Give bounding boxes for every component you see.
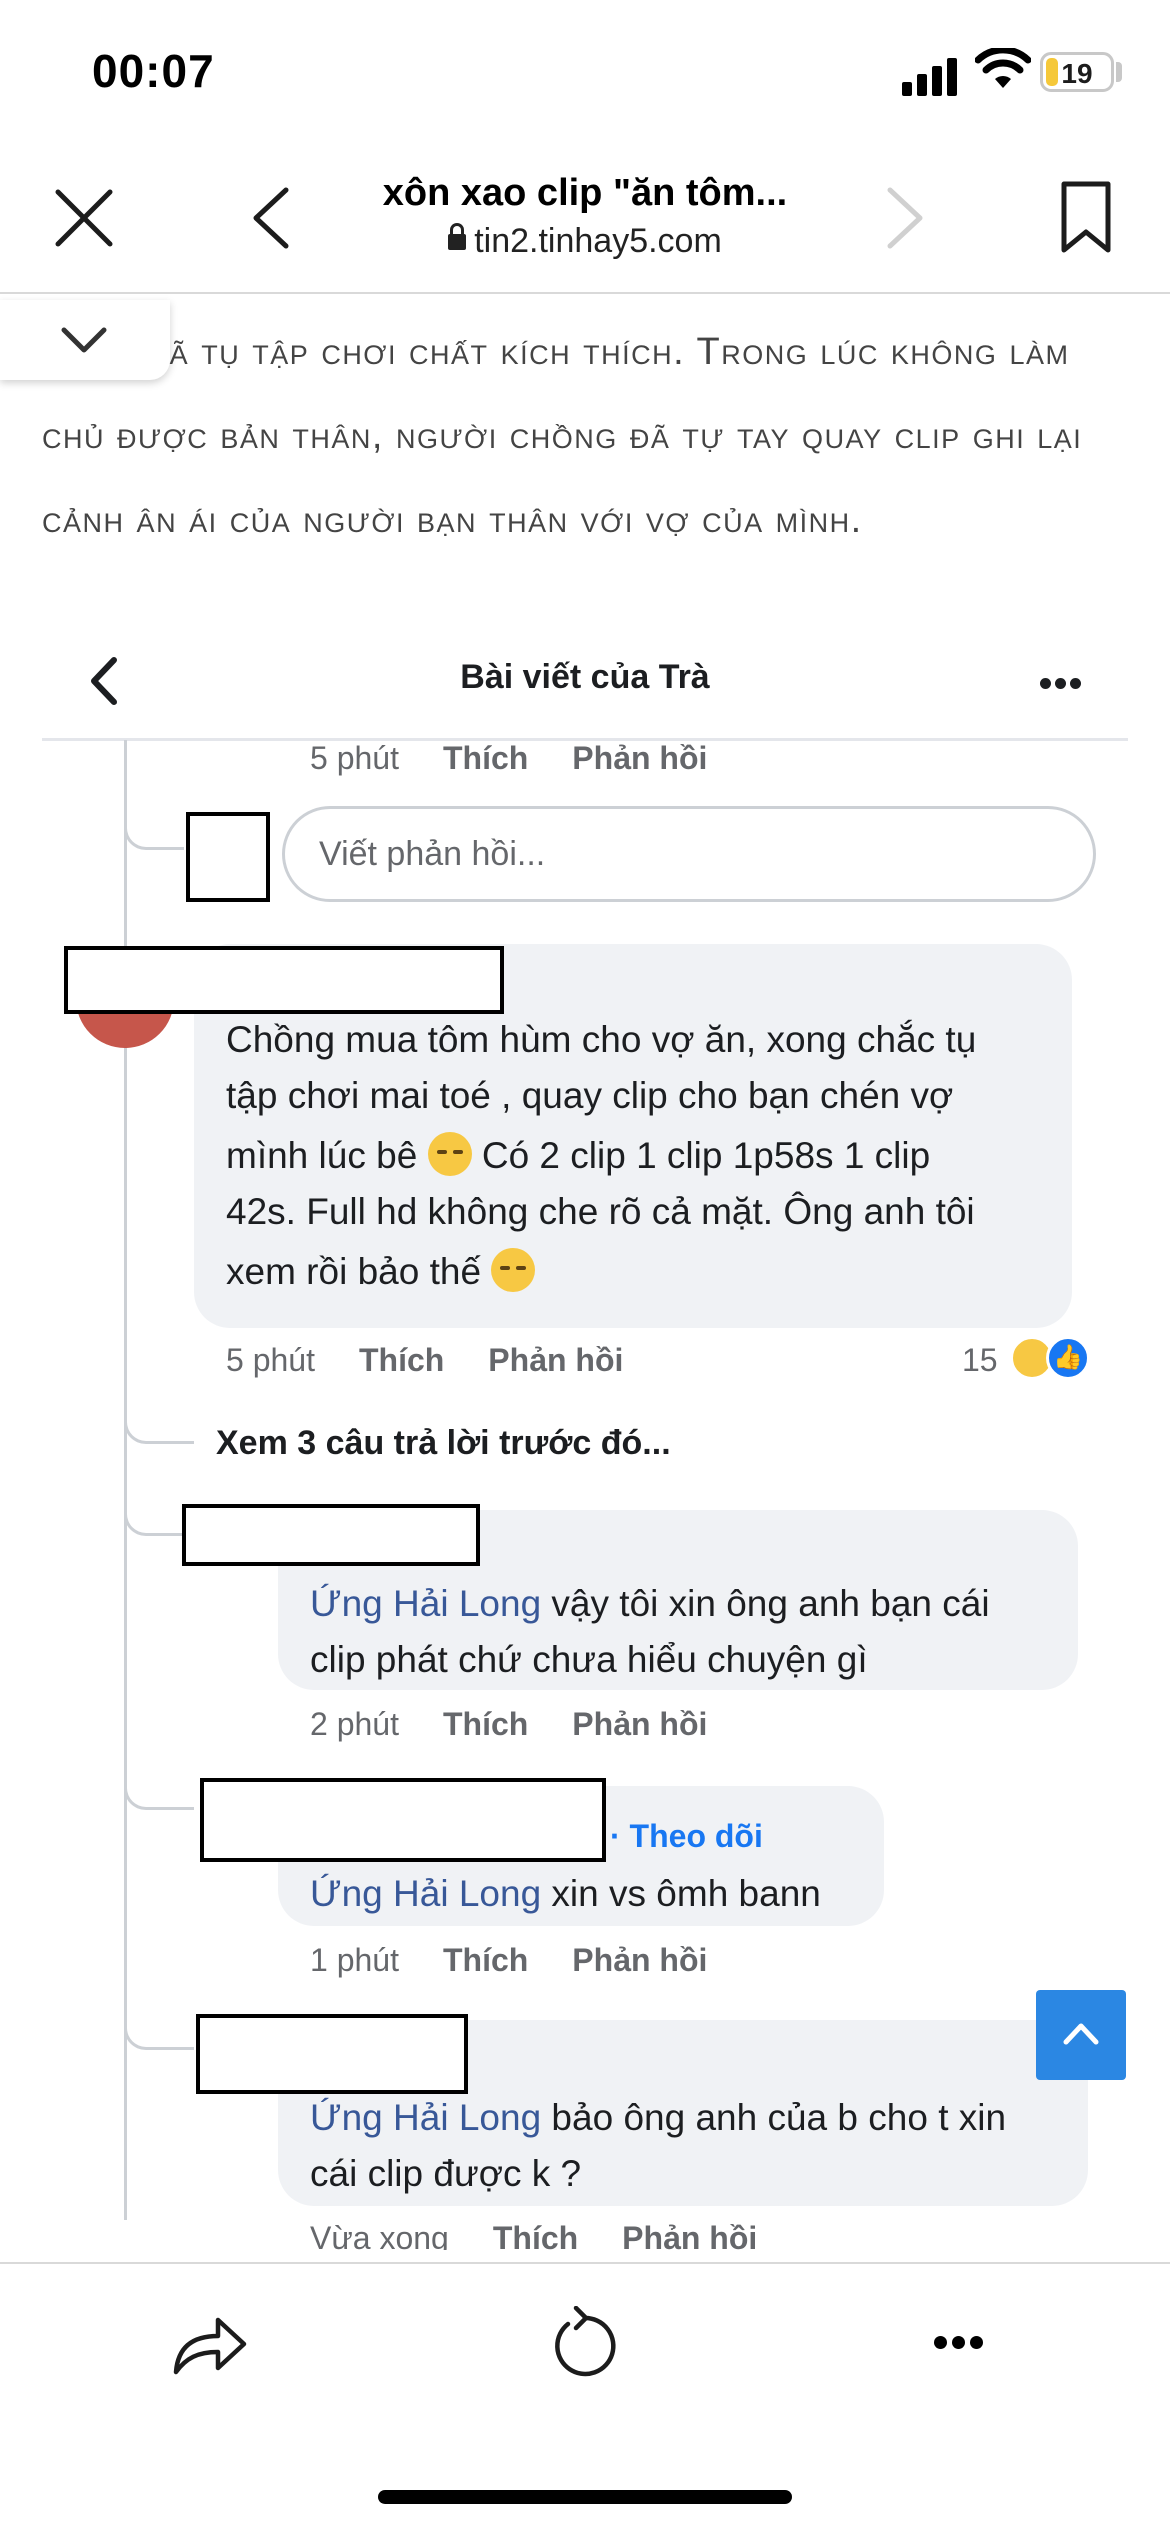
reply-line: Ứng Hải Long xin vs ômh bann: [310, 1866, 884, 1922]
header-divider: [0, 292, 1170, 294]
status-time: 00:07: [92, 45, 215, 97]
comment-line: 42s. Full hd không che rõ cả mặt. Ông an…: [226, 1191, 975, 1232]
comment-text: mình lúc bê: [226, 1135, 418, 1176]
like-action[interactable]: Thích: [443, 740, 528, 776]
reaction-count[interactable]: 15: [962, 1342, 998, 1379]
back-icon[interactable]: [246, 186, 298, 250]
reply-text: xin vs ômh bann: [541, 1873, 821, 1914]
article-text: g này đã tụ tập chơi chất kích thích. Tr…: [42, 331, 1083, 541]
comment-line: Chồng mua tôm hùm cho vợ ăn, xong chắc t…: [226, 1019, 977, 1060]
close-icon[interactable]: [52, 186, 116, 250]
reply-meta: Vừa xong Thích Phản hồi: [310, 2220, 757, 2250]
reply-line: cái clip được k ?: [310, 2153, 582, 2194]
sleepy-emoji-icon: [427, 1132, 472, 1176]
thread-connector: [124, 1380, 194, 1444]
redacted-name: [196, 2014, 468, 2094]
thread-connector: [124, 1740, 194, 1810]
cellular-signal-icon: [902, 56, 958, 96]
reply-line: clip phát chứ chưa hiểu chuyện gì: [310, 1639, 868, 1680]
reply-time: 2 phút: [310, 1706, 399, 1742]
forward-icon[interactable]: [878, 186, 930, 250]
reply-action[interactable]: Phản hồi: [572, 1706, 707, 1742]
mention-link[interactable]: Ứng Hải Long: [310, 1583, 541, 1624]
redacted-name: [182, 1504, 480, 1566]
toolbar-divider: [0, 2262, 1170, 2264]
mention-link[interactable]: Ứng Hải Long: [310, 1873, 541, 1914]
comment-line: mình lúc bê Có 2 clip 1 clip 1p58s 1 cli…: [226, 1128, 1072, 1184]
comment-meta-top: 5 phút Thích Phản hồi: [310, 740, 707, 777]
see-previous-replies-link[interactable]: Xem 3 câu trả lời trước đó...: [216, 1424, 671, 1463]
wifi-icon: [975, 48, 1031, 88]
more-icon[interactable]: [1040, 676, 1085, 694]
like-action[interactable]: Thích: [443, 1706, 528, 1742]
reply-time: 1 phút: [310, 1942, 399, 1978]
reply-input[interactable]: Viết phản hồi...: [282, 806, 1096, 902]
bookmark-icon[interactable]: [1058, 180, 1114, 256]
thread-connector: [124, 1476, 184, 1536]
reply-meta: 1 phút Thích Phản hồi: [310, 1942, 707, 1979]
home-indicator[interactable]: [378, 2490, 792, 2504]
reply-action[interactable]: Phản hồi: [572, 740, 707, 776]
thread-connector: [124, 780, 184, 850]
page-title: xôn xao clip "ăn tôm...: [382, 172, 788, 214]
follow-link[interactable]: · Theo dõi: [610, 1818, 763, 1855]
share-icon[interactable]: [170, 2310, 250, 2380]
reply-line: Ứng Hải Long bảo ông anh của b cho t xin: [310, 2090, 1088, 2146]
reply-meta: 2 phút Thích Phản hồi: [310, 1706, 707, 1743]
reply-text: bảo ông anh của b cho t xin: [541, 2097, 1007, 2138]
lock-icon: [448, 223, 467, 250]
comment-text: Có 2 clip 1 clip 1p58s 1 clip: [481, 1135, 931, 1176]
unamused-emoji-icon: [491, 1248, 536, 1292]
like-action[interactable]: Thích: [443, 1942, 528, 1978]
comment-line: tập chơi mai toé , quay clip cho bạn ché…: [226, 1075, 954, 1116]
reply-time: Vừa xong: [310, 2220, 449, 2250]
like-reaction-icon: 👍: [1046, 1336, 1090, 1380]
reload-icon[interactable]: [548, 2306, 622, 2382]
reply-text: vậy tôi xin ông anh bạn cái: [541, 1583, 990, 1624]
fb-post-title: Bài viết của Trà: [460, 658, 710, 696]
fb-back-icon[interactable]: [86, 656, 122, 706]
more-icon[interactable]: [934, 2336, 988, 2354]
chevron-down-icon: [61, 327, 107, 353]
reply-line: Ứng Hải Long vậy tôi xin ông anh bạn cái: [310, 1576, 1078, 1632]
comment-meta: 5 phút Thích Phản hồi: [226, 1342, 623, 1379]
reply-action[interactable]: Phản hồi: [572, 1942, 707, 1978]
thread-connector: [124, 1980, 194, 2050]
comment-text: xem rồi bảo thế: [226, 1251, 482, 1292]
battery-icon: 19: [1040, 52, 1114, 92]
like-action[interactable]: Thích: [359, 1342, 444, 1378]
battery-level: 19: [1061, 58, 1093, 89]
chevron-up-icon: [1063, 2023, 1099, 2045]
avatar: [186, 812, 270, 902]
like-action[interactable]: Thích: [493, 2220, 578, 2250]
scroll-to-top-button[interactable]: [1036, 1990, 1126, 2080]
comment-time: 5 phút: [310, 740, 399, 776]
page-url[interactable]: tin2.tinhay5.com: [330, 222, 840, 261]
url-text: tin2.tinhay5.com: [474, 222, 722, 260]
battery-nub: [1116, 62, 1122, 82]
reply-action[interactable]: Phản hồi: [488, 1342, 623, 1378]
redacted-name: [200, 1778, 606, 1862]
comment-time: 5 phút: [226, 1342, 315, 1378]
reply-action[interactable]: Phản hồi: [622, 2220, 757, 2250]
collapse-tab[interactable]: [0, 300, 170, 380]
mention-link[interactable]: Ứng Hải Long: [310, 2097, 541, 2138]
comment-line: xem rồi bảo thế: [226, 1244, 1072, 1300]
redacted-name: [64, 946, 504, 1014]
